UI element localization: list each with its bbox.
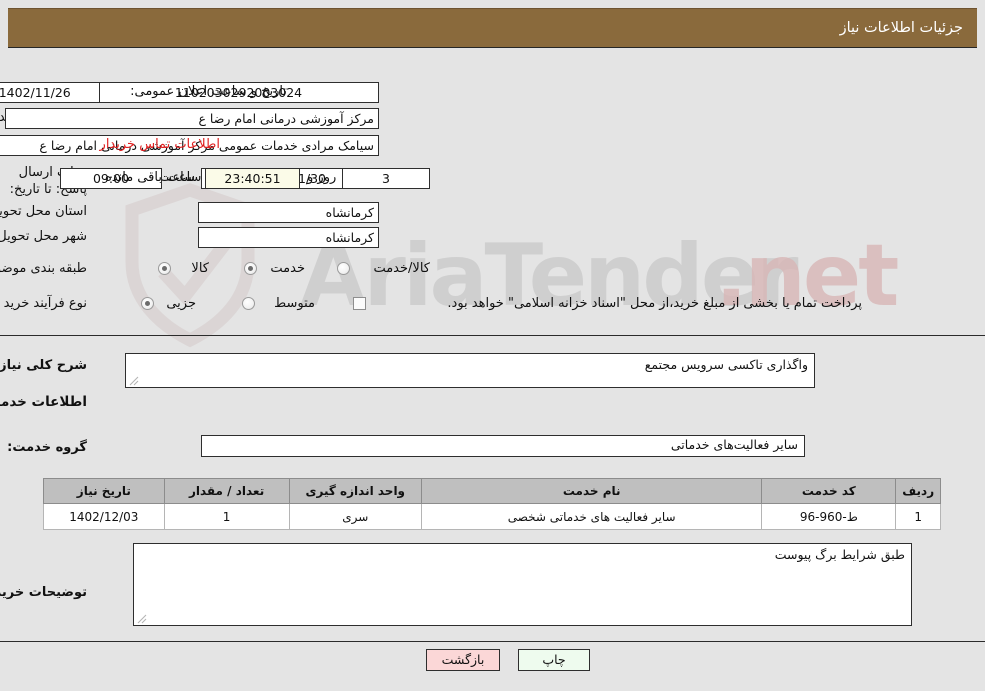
service-group-value-box[interactable]: سایر فعالیت‌های خدماتی — [201, 435, 805, 457]
category-label: طبقه بندی موضوعی: — [0, 261, 87, 276]
resize-grip-icon[interactable] — [129, 376, 139, 386]
radio-purchase-jozi[interactable] — [141, 297, 154, 310]
remaining-days-value: 3 — [342, 168, 430, 189]
cell-quantity: 1 — [163, 503, 290, 530]
countdown-timer-value: 23:40:51 — [205, 168, 300, 189]
cell-service-code: ط-960-96 — [761, 503, 897, 530]
radio-category-kala[interactable] — [158, 262, 171, 275]
radio-category-kala-khedmat-label: کالا/خدمت — [373, 261, 430, 276]
cell-service-name: سایر فعالیت های خدماتی شخصی — [421, 503, 763, 530]
section-divider-1 — [0, 335, 985, 336]
buyer-notes-value: طبق شرایط برگ پیوست — [774, 547, 905, 562]
remaining-days-suffix: روز و — [307, 170, 337, 185]
province-value: کرمانشاه — [198, 202, 379, 223]
radio-purchase-motavasset[interactable] — [242, 297, 255, 310]
services-table: ردیف کد خدمت نام خدمت واحد اندازه گیری ت… — [43, 478, 941, 530]
radio-category-kala-label: کالا — [191, 261, 209, 276]
announce-datetime-value: 1402/11/26 - 08:58 — [0, 82, 100, 103]
treasury-note-text: پرداخت تمام یا بخشی از مبلغ خرید،از محل … — [447, 296, 862, 311]
th-service-name: نام خدمت — [421, 478, 763, 504]
radio-category-khedmat-label: خدمت — [270, 261, 305, 276]
services-section-heading: اطلاعات خدمات مورد نیاز — [0, 394, 87, 410]
buyer-org-value: مرکز آموزشی درمانی امام رضا ع — [5, 108, 379, 129]
treasury-note-checkbox[interactable] — [353, 297, 366, 310]
page-title-bar: جزئیات اطلاعات نیاز — [8, 8, 977, 48]
radio-category-khedmat[interactable] — [244, 262, 257, 275]
cell-unit: سری — [288, 503, 423, 530]
section-divider-2 — [0, 641, 985, 642]
buyer-contact-link[interactable]: اطلاعات تماس خریدار — [100, 137, 220, 152]
buyer-notes-label: توضیحات خریدار: — [0, 585, 87, 600]
th-service-code: کد خدمت — [761, 478, 897, 504]
province-label: استان محل تحویل: — [0, 204, 87, 219]
th-need-date: تاریخ نیاز — [43, 478, 165, 504]
need-summary-value-box[interactable]: واگذاری تاکسی سرویس مجتمع — [125, 353, 815, 388]
city-label: شهر محل تحویل: — [0, 229, 87, 244]
radio-category-kala-khedmat[interactable] — [337, 262, 350, 275]
service-group-value: سایر فعالیت‌های خدماتی — [670, 437, 798, 452]
cell-need-date: 1402/12/03 — [43, 503, 165, 530]
print-button[interactable]: چاپ — [518, 649, 590, 671]
table-header-row: ردیف کد خدمت نام خدمت واحد اندازه گیری ت… — [43, 478, 941, 504]
need-summary-value: واگذاری تاکسی سرویس مجتمع — [644, 357, 808, 372]
countdown-suffix: ساعت باقی مانده — [105, 170, 202, 185]
page-title: جزئیات اطلاعات نیاز — [839, 20, 963, 36]
svg-text:.net: .net — [715, 226, 898, 326]
city-value: کرمانشاه — [198, 227, 379, 248]
cell-row: 1 — [895, 503, 941, 530]
th-row: ردیف — [895, 478, 941, 504]
announce-datetime-label: تاریخ و ساعت اعلان عمومی: — [130, 84, 287, 99]
radio-purchase-jozi-label: جزیی — [166, 296, 196, 311]
resize-grip-icon[interactable] — [137, 614, 147, 624]
th-quantity: تعداد / مقدار — [163, 478, 290, 504]
purchase-type-label: نوع فرآیند خرید : — [0, 296, 87, 311]
radio-purchase-motavasset-label: متوسط — [274, 296, 315, 311]
table-row: 1 ط-960-96 سایر فعالیت های خدماتی شخصی س… — [43, 503, 941, 530]
buyer-notes-box[interactable]: طبق شرایط برگ پیوست — [133, 543, 912, 626]
back-button[interactable]: بازگشت — [426, 649, 500, 671]
service-group-label: گروه خدمت: — [7, 440, 87, 455]
th-unit: واحد اندازه گیری — [288, 478, 423, 504]
need-summary-label: شرح کلی نیاز: — [0, 358, 87, 373]
